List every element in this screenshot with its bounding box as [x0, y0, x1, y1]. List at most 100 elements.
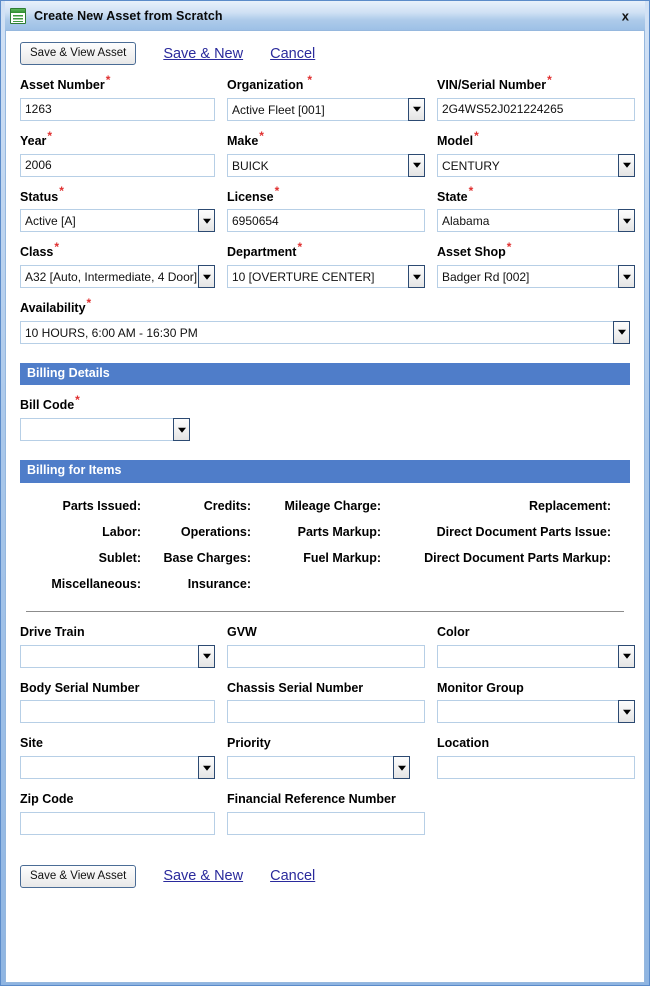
state-select-value: Alabama: [437, 209, 618, 233]
state-select[interactable]: Alabama: [437, 209, 635, 233]
label-year: Year*: [20, 128, 53, 148]
chevron-down-icon[interactable]: [198, 644, 215, 668]
color-select-value: [437, 644, 618, 668]
department-select[interactable]: 10 [OVERTURE CENTER]: [227, 265, 425, 288]
zip-code-input[interactable]: [20, 811, 215, 835]
form-row-bill-code: Bill Code*: [20, 394, 630, 442]
billing-label: Direct Document Parts Markup:: [424, 550, 611, 565]
close-icon[interactable]: x: [618, 7, 633, 24]
top-toolbar: Save & View Asset Save & New Cancel: [6, 31, 644, 65]
chevron-down-icon[interactable]: [408, 97, 425, 121]
field-state: State* Alabama: [437, 185, 635, 233]
chevron-down-icon[interactable]: [618, 700, 635, 724]
color-select[interactable]: [437, 644, 635, 668]
field-gvw: GVW: [227, 625, 437, 668]
label-model: Model*: [437, 128, 479, 148]
chevron-down-icon[interactable]: [618, 644, 635, 668]
make-select[interactable]: BUICK: [227, 153, 425, 177]
form-row-site: Site Priority Location: [20, 736, 635, 779]
dialog-content: Save & View Asset Save & New Cancel Asse…: [5, 30, 645, 983]
required-marker: *: [47, 128, 53, 143]
save-and-new-link-top[interactable]: Save & New: [163, 46, 243, 62]
form-row-zip: Zip Code Financial Reference Number: [20, 792, 630, 835]
field-monitor-group: Monitor Group: [437, 681, 635, 724]
body-serial-number-input[interactable]: [20, 700, 215, 724]
label-make: Make*: [227, 128, 264, 148]
field-organization: Organization * Active Fleet [001]: [227, 72, 437, 121]
label-color: Color: [437, 624, 470, 639]
field-status: Status* Active [A]: [20, 184, 227, 233]
label-chassis-serial-number: Chassis Serial Number: [227, 680, 364, 695]
asset-shop-select[interactable]: Badger Rd [002]: [437, 265, 635, 288]
label-class: Class*: [20, 240, 60, 260]
save-and-view-asset-button-top[interactable]: Save & View Asset: [20, 42, 137, 65]
window-title: Create New Asset from Scratch: [34, 8, 223, 23]
label-department: Department*: [227, 240, 303, 260]
year-input[interactable]: [20, 153, 215, 177]
cancel-link-top[interactable]: Cancel: [270, 46, 315, 62]
billing-label: Base Charges:: [163, 550, 251, 565]
asset-number-input[interactable]: [20, 97, 215, 121]
location-input[interactable]: [437, 756, 635, 779]
label-asset-shop: Asset Shop*: [437, 240, 512, 260]
save-and-view-asset-button-bottom[interactable]: Save & View Asset: [20, 864, 137, 888]
label-zip-code: Zip Code: [20, 792, 74, 806]
section-divider: [26, 610, 624, 612]
section-header-billing-details: Billing Details: [20, 362, 630, 386]
label-status: Status*: [20, 184, 64, 204]
priority-select[interactable]: [227, 756, 410, 779]
billing-label: Operations:: [180, 524, 251, 539]
label-organization: Organization *: [227, 72, 313, 92]
chevron-down-icon[interactable]: [198, 209, 215, 233]
chevron-down-icon[interactable]: [408, 265, 425, 288]
billing-label: Insurance:: [187, 576, 251, 591]
cancel-link-bottom[interactable]: Cancel: [270, 868, 315, 884]
label-priority: Priority: [227, 736, 271, 751]
required-marker: *: [105, 72, 111, 87]
bill-code-select[interactable]: [20, 418, 190, 442]
chevron-down-icon[interactable]: [173, 418, 190, 442]
billing-label: Fuel Markup:: [303, 550, 381, 565]
chevron-down-icon[interactable]: [613, 320, 630, 344]
required-marker: *: [506, 240, 512, 255]
field-body-serial: Body Serial Number: [20, 680, 227, 724]
field-priority: Priority: [227, 736, 437, 779]
chevron-down-icon[interactable]: [618, 265, 635, 288]
chevron-down-icon[interactable]: [198, 756, 215, 779]
billing-label: Parts Markup:: [297, 524, 381, 539]
chevron-down-icon[interactable]: [618, 209, 635, 233]
gvw-input[interactable]: [227, 644, 425, 668]
billing-label: Direct Document Parts Issue:: [436, 524, 611, 539]
bill-code-select-value: [20, 418, 173, 442]
save-and-new-link-bottom[interactable]: Save & New: [163, 868, 243, 884]
label-license: License*: [227, 184, 280, 204]
field-asset-number: Asset Number*: [20, 72, 227, 121]
class-select-value: A32 [Auto, Intermediate, 4 Door]: [20, 265, 198, 288]
chassis-serial-number-input[interactable]: [227, 700, 425, 724]
label-availability: Availability*: [20, 295, 92, 315]
financial-reference-number-input[interactable]: [227, 811, 425, 835]
availability-select[interactable]: 10 HOURS, 6:00 AM - 16:30 PM: [20, 320, 630, 344]
section-header-billing-for-items: Billing for Items: [20, 460, 630, 483]
label-asset-number: Asset Number*: [20, 72, 111, 92]
monitor-group-select[interactable]: [437, 700, 635, 724]
required-marker: *: [54, 240, 60, 255]
chevron-down-icon[interactable]: [618, 153, 635, 177]
chevron-down-icon[interactable]: [408, 153, 425, 177]
billing-for-items-grid: Parts Issued: Credits: Mileage Charge: R…: [20, 493, 630, 597]
license-input[interactable]: [227, 209, 425, 233]
model-select[interactable]: CENTURY: [437, 153, 635, 177]
field-department: Department* 10 [OVERTURE CENTER]: [227, 240, 437, 288]
chevron-down-icon[interactable]: [393, 756, 410, 779]
label-body-serial-number: Body Serial Number: [20, 680, 140, 695]
class-select[interactable]: A32 [Auto, Intermediate, 4 Door]: [20, 265, 215, 288]
chevron-down-icon[interactable]: [198, 265, 215, 288]
field-color: Color: [437, 624, 635, 668]
form-row-vehicle: Year* Make* BUICK Model* CENTURY: [20, 128, 635, 177]
vin-input[interactable]: [437, 97, 635, 121]
form-row-registration: Status* Active [A] License* State* Alaba…: [20, 184, 635, 233]
status-select[interactable]: Active [A]: [20, 209, 215, 233]
site-select[interactable]: [20, 756, 215, 779]
drive-train-select[interactable]: [20, 644, 215, 668]
organization-select[interactable]: Active Fleet [001]: [227, 97, 425, 121]
